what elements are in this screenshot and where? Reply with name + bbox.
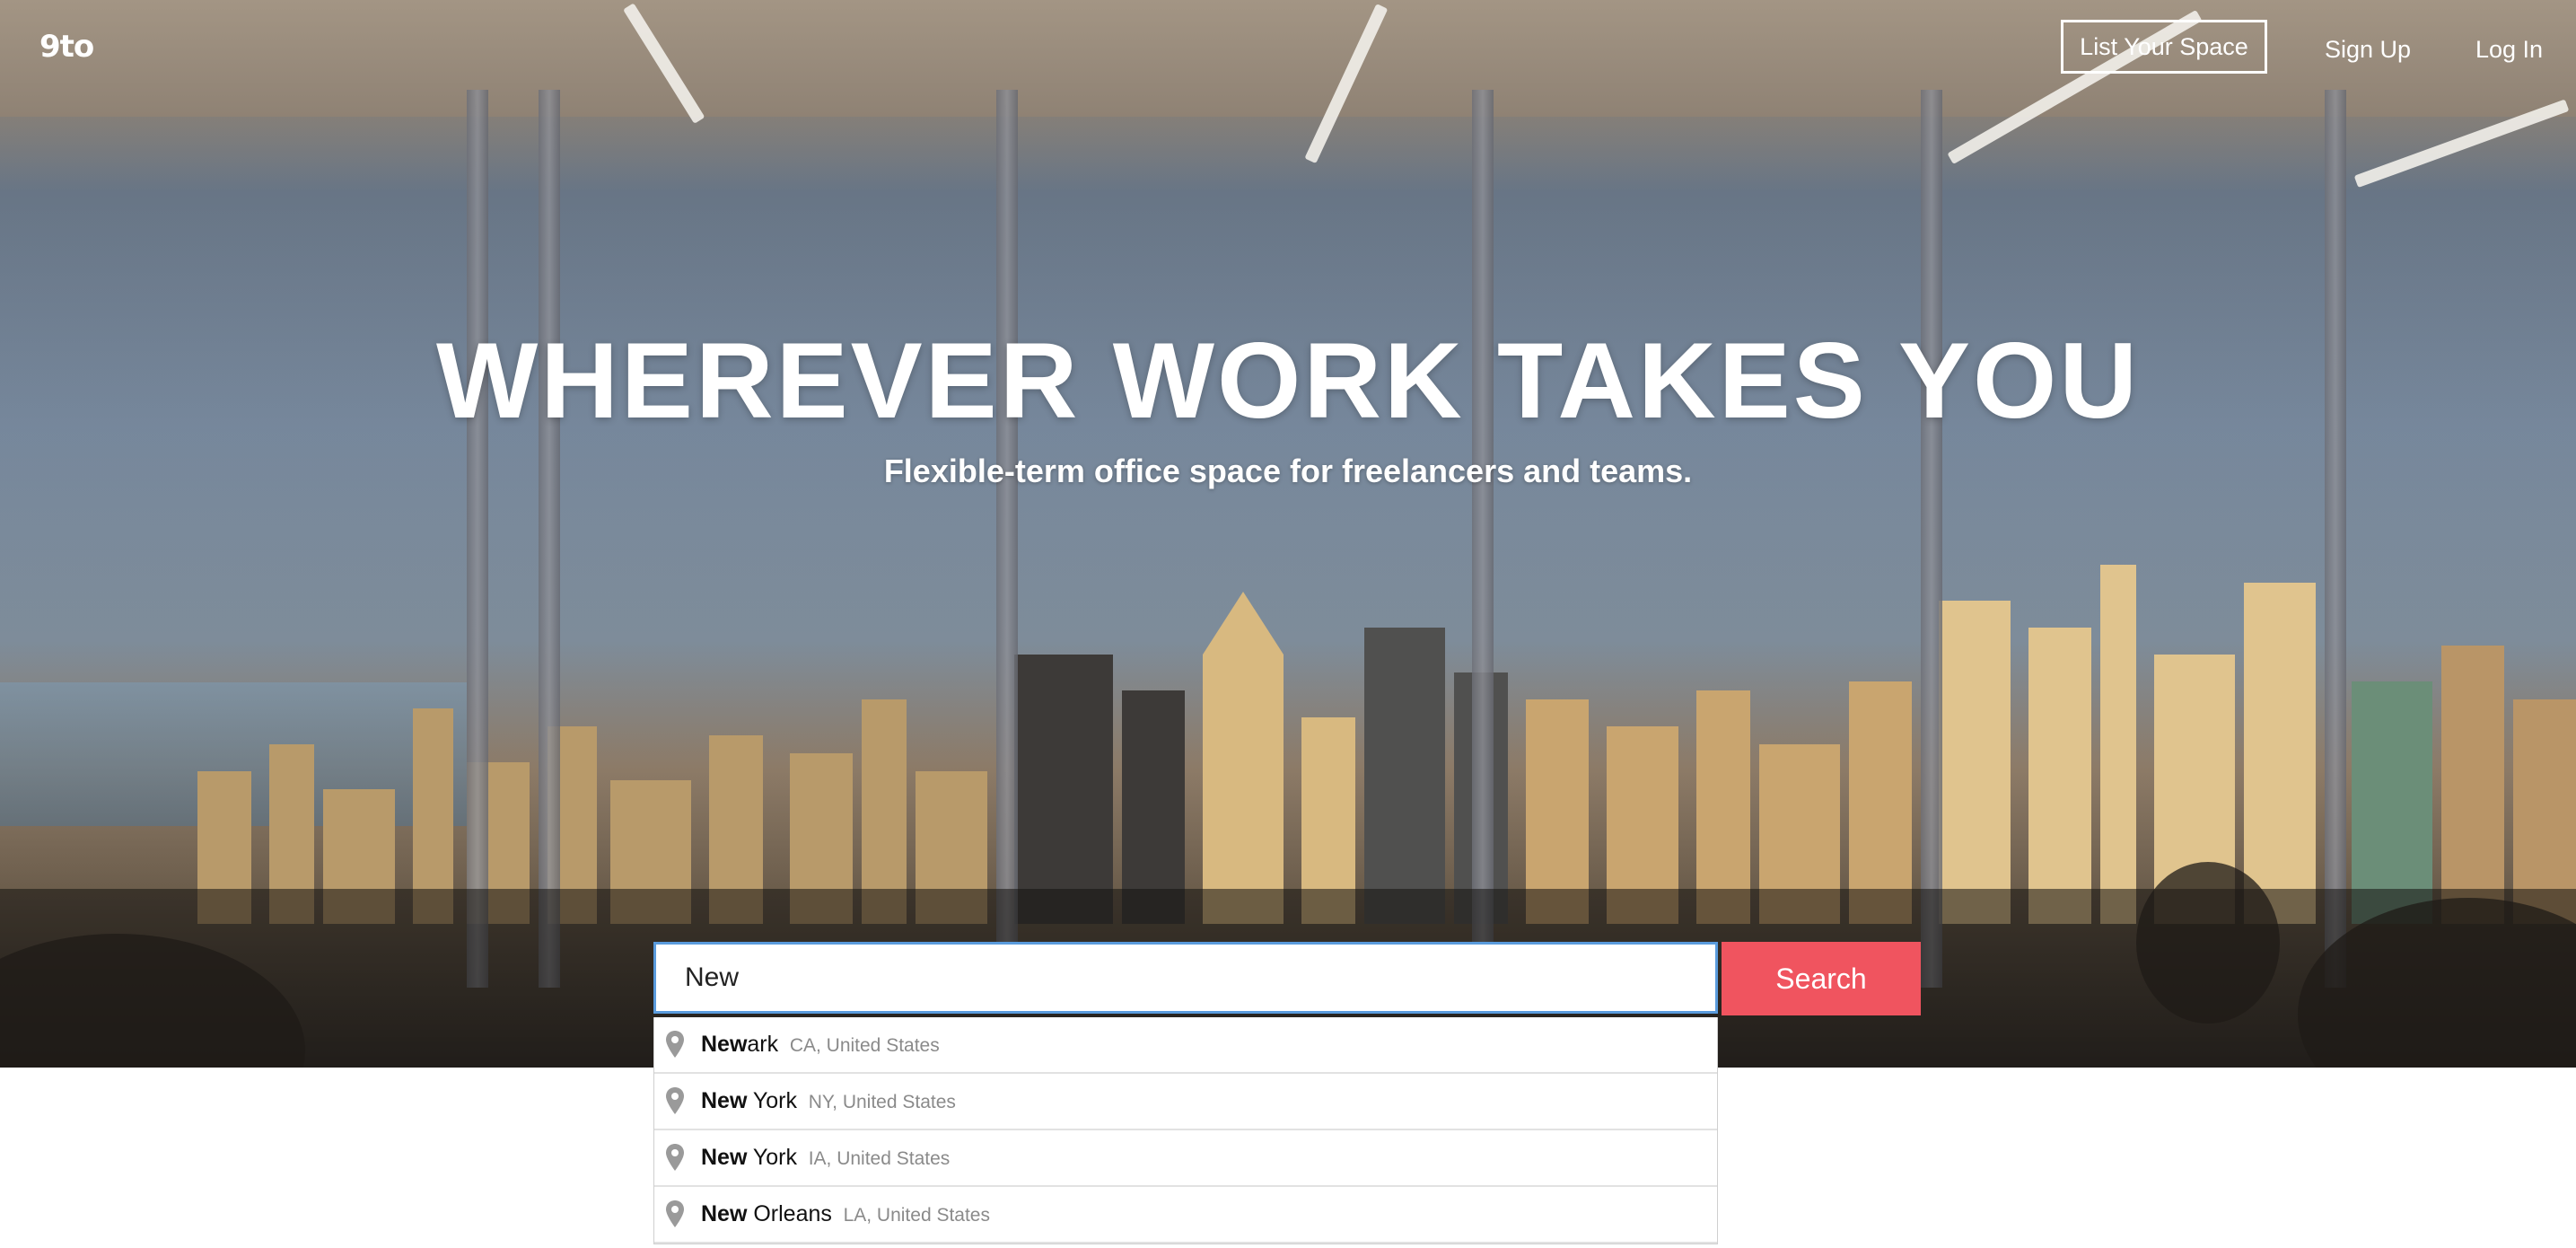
office-chair xyxy=(2136,862,2280,1024)
suggestion-match: New xyxy=(701,1201,748,1226)
map-pin-icon xyxy=(666,1087,684,1114)
location-search-input[interactable] xyxy=(653,942,1718,1014)
suggestion-secondary: CA, United States xyxy=(789,1035,940,1056)
suggestion-item[interactable]: New York NY, United States xyxy=(654,1074,1717,1130)
logo[interactable]: 9to xyxy=(39,29,94,65)
map-pin-icon xyxy=(666,1200,684,1227)
suggestion-rest: York xyxy=(747,1088,798,1113)
hero-subheadline: Flexible-term office space for freelance… xyxy=(883,453,1693,489)
suggestion-secondary: IA, United States xyxy=(808,1148,951,1169)
window-pillar xyxy=(467,90,488,988)
suggestion-rest: York xyxy=(747,1145,798,1170)
window-pillar xyxy=(2325,90,2346,988)
suggestion-item[interactable]: New Orleans LA, United States xyxy=(654,1187,1717,1244)
suggestion-rest: Orleans xyxy=(747,1201,832,1226)
hero-background xyxy=(0,0,2576,1068)
sign-up-link[interactable]: Sign Up xyxy=(2325,27,2411,72)
map-pin-icon xyxy=(666,1031,684,1058)
hero-headline: WHEREVER WORK TAKES YOU xyxy=(435,321,2140,441)
autocomplete-dropdown: Newark CA, United States New York NY, Un… xyxy=(653,1017,1718,1244)
map-pin-icon xyxy=(666,1144,684,1171)
suggestion-secondary: LA, United States xyxy=(843,1205,990,1226)
suggestion-rest: ark xyxy=(747,1032,779,1057)
window-pillar xyxy=(996,90,1018,988)
window-pillar xyxy=(1921,90,1942,988)
suggestion-match: New xyxy=(701,1145,748,1170)
window-pillar xyxy=(1472,90,1494,988)
list-your-space-button[interactable]: List Your Space xyxy=(2061,20,2267,74)
log-in-link[interactable]: Log In xyxy=(2475,27,2543,72)
suggestion-secondary: NY, United States xyxy=(808,1092,956,1112)
suggestion-item[interactable]: Newark CA, United States xyxy=(654,1017,1717,1074)
suggestion-item[interactable]: New York IA, United States xyxy=(654,1130,1717,1187)
search-button[interactable]: Search xyxy=(1722,942,1921,1015)
suggestion-match: New xyxy=(701,1032,748,1057)
suggestion-match: New xyxy=(701,1088,748,1113)
window-pillar xyxy=(539,90,560,988)
